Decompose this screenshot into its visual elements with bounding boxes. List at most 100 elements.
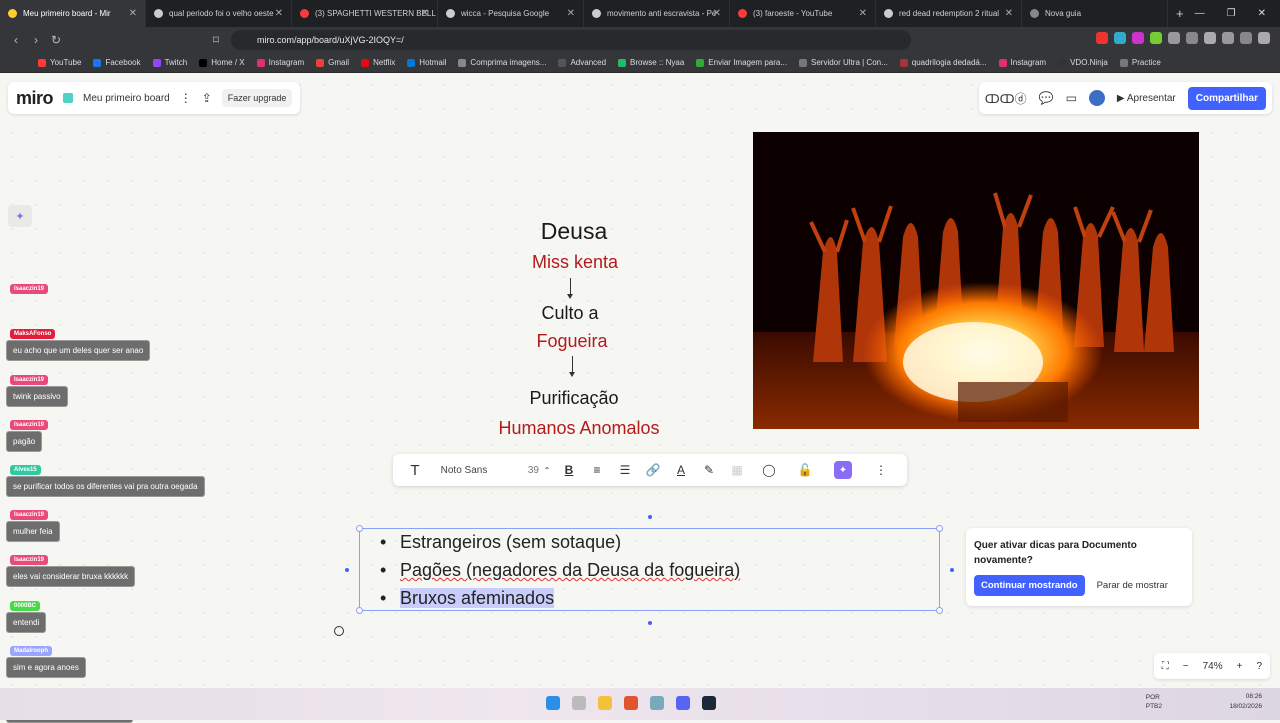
connection-dot[interactable] (345, 568, 349, 572)
upgrade-button[interactable]: Fazer upgrade (221, 89, 293, 107)
close-tab-icon[interactable]: ✕ (567, 8, 575, 19)
extension-icon[interactable] (1168, 32, 1180, 44)
list-item[interactable]: • Bruxos afeminados (380, 588, 555, 609)
bookmark-item[interactable]: Instagram (256, 58, 304, 67)
bonfire-ritual-photo[interactable] (753, 132, 1199, 429)
board-name[interactable]: Meu primeiro board (83, 93, 170, 104)
bookmark-item[interactable]: Servidor Ultra | Con... (799, 58, 888, 67)
zoom-out-icon[interactable]: − (1183, 661, 1189, 672)
brave-icon[interactable] (624, 696, 638, 710)
font-family-select[interactable]: Noto Sans (429, 454, 499, 486)
zoom-in-icon[interactable]: + (1237, 661, 1243, 672)
resize-handle[interactable] (356, 525, 363, 532)
bookmark-item[interactable]: Gmail (316, 58, 349, 67)
font-size-input[interactable]: 39 (499, 454, 539, 486)
steam-icon[interactable] (702, 696, 716, 710)
resize-handle[interactable] (936, 525, 943, 532)
ai-assist-button[interactable]: ✦ (823, 454, 863, 486)
text-deusa[interactable]: Deusa (524, 218, 624, 245)
tab-red-dead[interactable]: red dead redemption 2 ritual ✕ (876, 0, 1022, 27)
fill-color-icon[interactable]: ▦ (723, 454, 751, 486)
close-tab-icon[interactable]: ✕ (275, 8, 283, 19)
lock-icon[interactable]: 🔓 (787, 454, 823, 486)
extension-icon[interactable] (1186, 32, 1198, 44)
bookmark-item[interactable]: Comprima imagens... (458, 58, 546, 67)
text-humanos-anomalos[interactable]: Humanos Anomalos (484, 418, 674, 439)
extension-icon[interactable] (1204, 32, 1216, 44)
bookmark-item[interactable]: Practice (1119, 58, 1161, 67)
stop-showing-button[interactable]: Parar de mostrar (1097, 580, 1168, 591)
extension-icon[interactable] (1258, 32, 1270, 44)
miro-logo[interactable]: miro (16, 88, 54, 109)
more-options-icon[interactable]: ⋮ (863, 454, 899, 486)
tab-nova-guia[interactable]: Nova guia (1022, 0, 1168, 27)
bookmark-item[interactable]: Enviar Imagem para... (696, 58, 787, 67)
close-tab-icon[interactable]: ✕ (421, 8, 429, 19)
bookmark-item[interactable]: YouTube (38, 58, 81, 67)
comment-icon[interactable]: 💬 (1039, 91, 1054, 105)
tab-faroeste[interactable]: (3) faroeste - YouTube ✕ (730, 0, 876, 27)
connector-arrow[interactable] (570, 278, 571, 295)
continue-showing-button[interactable]: Continuar mostrando (974, 575, 1085, 596)
extension-icon[interactable] (1114, 32, 1126, 44)
bookmark-item[interactable]: Twitch (152, 58, 187, 67)
connector-arrow[interactable] (572, 356, 573, 373)
new-tab-button[interactable]: + (1176, 6, 1184, 21)
zoom-level[interactable]: 74% (1203, 661, 1223, 672)
resize-handle[interactable] (936, 607, 943, 614)
bold-icon[interactable]: B (555, 454, 583, 486)
font-size-stepper-icon[interactable]: ⌃ (539, 454, 555, 486)
bookmark-item[interactable]: Netflix (361, 58, 395, 67)
minimize-icon[interactable]: — (1195, 8, 1205, 19)
back-icon[interactable]: ‹ (6, 33, 26, 47)
connection-dot[interactable] (950, 568, 954, 572)
clock[interactable]: 08:26 18/02/2026 (1229, 692, 1262, 712)
close-window-icon[interactable]: ✕ (1258, 8, 1266, 19)
bookmark-item[interactable]: Browse :: Nyaa (618, 58, 684, 67)
tab-movimento[interactable]: movimento anti escravista - Pe ✕ (584, 0, 730, 27)
close-tab-icon[interactable]: ✕ (1005, 8, 1013, 19)
forward-icon[interactable]: › (26, 33, 46, 47)
bookmark-item[interactable]: Instagram (998, 58, 1046, 67)
avatar[interactable] (1088, 90, 1105, 106)
bookmark-item[interactable]: Advanced (558, 58, 606, 67)
bookmark-item[interactable]: VDO.Ninja (1058, 58, 1108, 67)
extension-icon[interactable] (1222, 32, 1234, 44)
export-icon[interactable]: ⇪ (202, 91, 212, 105)
bookmark-item[interactable]: Facebook (93, 58, 141, 67)
fit-icon[interactable]: ⛶ (1162, 661, 1169, 672)
align-icon[interactable]: ≡ (583, 454, 611, 486)
connection-dot[interactable] (648, 515, 652, 519)
app-icon[interactable] (650, 696, 664, 710)
windows-start-icon[interactable] (546, 696, 560, 710)
text-color-icon[interactable]: A (667, 454, 695, 486)
extension-icon[interactable] (1132, 32, 1144, 44)
tab-miro[interactable]: Meu primeiro board - Mir ✕ (0, 0, 146, 27)
file-explorer-icon[interactable] (598, 696, 612, 710)
tab-wicca[interactable]: wicca - Pesquisa Google ✕ (438, 0, 584, 27)
text-miss-kenta[interactable]: Miss kenta (510, 252, 640, 273)
video-icon[interactable]: ▭ (1066, 91, 1077, 105)
present-button[interactable]: ▶ Apresentar (1117, 93, 1176, 104)
restore-icon[interactable]: ❐ (1227, 8, 1236, 19)
reload-icon[interactable]: ↻ (46, 33, 66, 47)
share-button[interactable]: Compartilhar (1187, 86, 1266, 110)
bookmark-item[interactable]: quadrilogia dedadá... (899, 58, 987, 67)
text-fogueira[interactable]: Fogueira (517, 331, 627, 352)
keyboard-layout[interactable]: POR PTB2 (1146, 693, 1162, 711)
extension-icon[interactable] (1096, 32, 1108, 44)
extension-icon[interactable] (1150, 32, 1162, 44)
list-item[interactable]: • Estrangeiros (sem sotaque) (380, 532, 621, 553)
connection-dot[interactable] (648, 621, 652, 625)
bookmark-item[interactable]: Home / X (199, 58, 245, 67)
resize-handle[interactable] (356, 607, 363, 614)
discord-icon[interactable] (676, 696, 690, 710)
close-tab-icon[interactable]: ✕ (859, 8, 867, 19)
close-tab-icon[interactable]: ✕ (129, 8, 137, 19)
link-icon[interactable]: 🔗 (639, 454, 667, 486)
bookmark-icon[interactable]: ⌑ (206, 33, 226, 47)
search-icon[interactable] (572, 696, 586, 710)
comment-icon[interactable]: ◯ (751, 454, 787, 486)
extension-icon[interactable] (1240, 32, 1252, 44)
sparkle-tool-icon[interactable]: ✦ (8, 205, 32, 227)
